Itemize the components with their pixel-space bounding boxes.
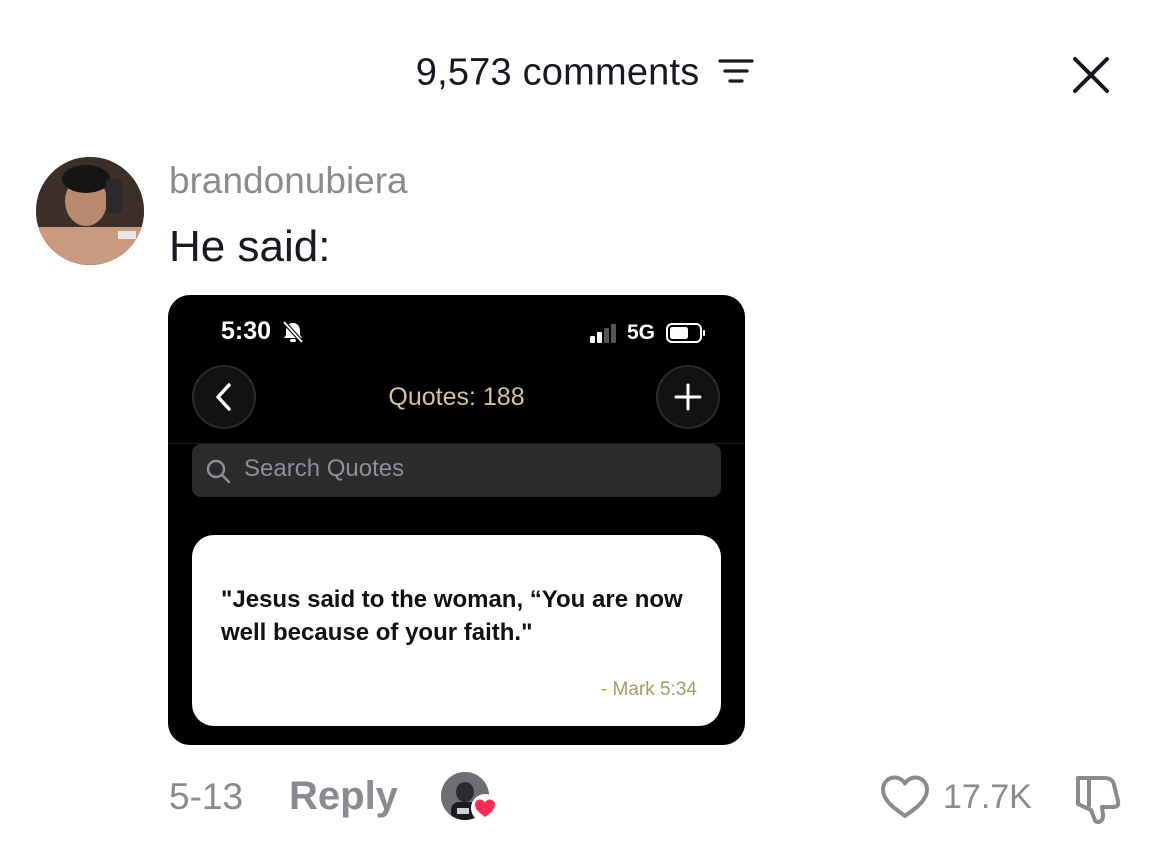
comments-count-title: 9,573 comments — [415, 51, 700, 94]
comment-date: 5-13 — [169, 776, 244, 817]
heart-outline-icon[interactable] — [879, 773, 931, 821]
bell-muted-icon — [282, 320, 304, 344]
plus-icon — [674, 383, 702, 411]
network-type: 5G — [627, 321, 656, 344]
comment-text: He said: — [169, 222, 331, 271]
battery-icon — [666, 323, 705, 343]
add-quote-button[interactable] — [656, 365, 720, 429]
user-avatar[interactable] — [36, 157, 144, 265]
quote-text: "Jesus said to the woman, “You are now w… — [221, 586, 683, 646]
filter-lines-icon[interactable] — [718, 56, 754, 86]
signal-bars-icon — [590, 324, 616, 343]
comment-attached-image[interactable]: 5:30 5G Quotes: 188 Search Quotes "Jesus… — [168, 295, 745, 745]
close-icon[interactable] — [1070, 54, 1112, 96]
reply-button[interactable]: Reply — [289, 774, 398, 819]
search-placeholder: Search Quotes — [244, 455, 405, 482]
search-icon — [206, 459, 231, 484]
comment-username[interactable]: brandonubiera — [169, 160, 408, 202]
search-quotes-field[interactable]: Search Quotes — [192, 444, 721, 497]
quote-card[interactable]: "Jesus said to the woman, “You are now w… — [192, 535, 721, 726]
status-time: 5:30 — [221, 317, 272, 345]
quote-source: - Mark 5:34 — [600, 679, 697, 700]
thumbs-down-icon[interactable] — [1070, 770, 1126, 826]
comments-header: 9,573 comments — [0, 50, 1170, 94]
like-count: 17.7K — [943, 778, 1032, 816]
creator-liked-heart-icon — [471, 794, 499, 822]
